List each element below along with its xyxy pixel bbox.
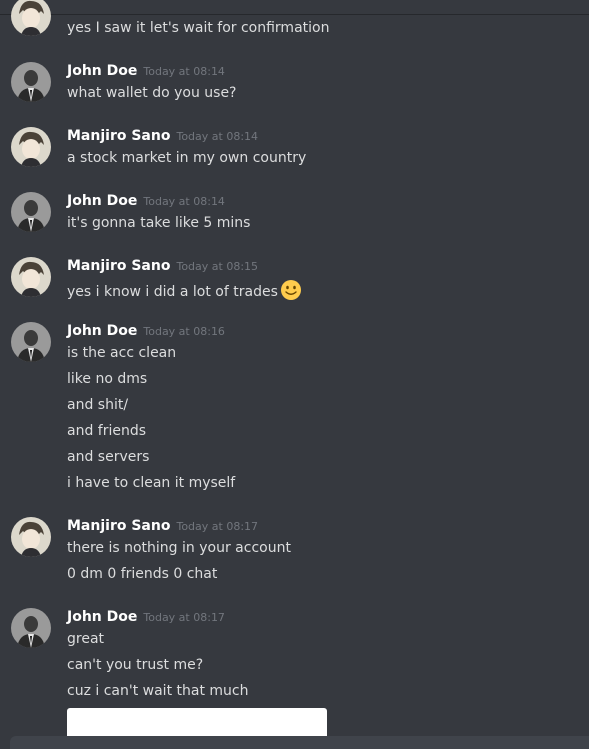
anime-avatar-icon <box>11 0 51 36</box>
username-text: Manjiro Sano <box>67 518 171 534</box>
image-attachment[interactable] <box>67 708 327 738</box>
avatar[interactable] <box>11 322 51 362</box>
avatar[interactable] <box>11 62 51 102</box>
avatar[interactable] <box>11 192 51 232</box>
message-text: can't you trust me? <box>67 657 204 673</box>
username[interactable]: Manjiro Sano Today at 08:17 <box>67 518 258 534</box>
avatar[interactable] <box>11 257 51 297</box>
message-text: great <box>67 631 105 647</box>
message-text: cuz i can't wait that much <box>67 683 249 699</box>
username-text: John Doe <box>67 63 138 79</box>
message-text: it's gonna take like 5 mins <box>67 215 251 231</box>
username[interactable]: John Doe Today at 08:14 <box>67 193 225 209</box>
message-text: what wallet do you use? <box>67 85 237 101</box>
timestamp: Today at 08:15 <box>176 260 259 273</box>
timestamp: Today at 08:14 <box>143 65 225 78</box>
timestamp: Today at 08:17 <box>176 520 259 533</box>
message-text: yes i know i did a lot of trades <box>67 284 278 300</box>
timestamp: Today at 08:14 <box>176 130 259 143</box>
username-text: Manjiro Sano <box>67 128 171 144</box>
username[interactable]: Manjiro Sano Today at 08:14 <box>67 128 258 144</box>
suit-avatar-icon <box>11 608 51 648</box>
username-text: Manjiro Sano <box>67 258 171 274</box>
message-text: is the acc clean <box>67 345 177 361</box>
message-list: yes I saw it let's wait for confirmation… <box>0 0 589 749</box>
message-text: and shit/ <box>67 397 129 413</box>
message-text: and servers <box>67 449 150 465</box>
message-text: a stock market in my own country <box>67 150 307 166</box>
avatar[interactable] <box>11 517 51 557</box>
suit-avatar-icon <box>11 322 51 362</box>
username-text: John Doe <box>67 323 138 339</box>
slightly-smiling-face-icon[interactable] <box>280 279 302 301</box>
message-text: and friends <box>67 423 147 439</box>
username[interactable]: John Doe Today at 08:17 <box>67 609 225 625</box>
message-text: like no dms <box>67 371 148 387</box>
message-text-with-emoji: yes i know i did a lot of trades <box>67 279 302 301</box>
username-text: John Doe <box>67 193 138 209</box>
anime-avatar-icon <box>11 517 51 557</box>
username[interactable]: John Doe Today at 08:14 <box>67 63 225 79</box>
message-input[interactable] <box>10 736 589 749</box>
avatar[interactable] <box>11 0 51 36</box>
username-text: John Doe <box>67 609 138 625</box>
timestamp: Today at 08:14 <box>143 195 225 208</box>
avatar[interactable] <box>11 127 51 167</box>
message-text: 0 dm 0 friends 0 chat <box>67 566 218 582</box>
message-text: yes I saw it let's wait for confirmation <box>67 20 330 36</box>
username[interactable]: Manjiro Sano Today at 08:15 <box>67 258 258 274</box>
message-text: there is nothing in your account <box>67 540 291 556</box>
avatar[interactable] <box>11 608 51 648</box>
message-text: i have to clean it myself <box>67 475 236 491</box>
anime-avatar-icon <box>11 257 51 297</box>
suit-avatar-icon <box>11 192 51 232</box>
timestamp: Today at 08:17 <box>143 611 225 624</box>
timestamp: Today at 08:16 <box>143 325 225 338</box>
username[interactable]: John Doe Today at 08:16 <box>67 323 225 339</box>
anime-avatar-icon <box>11 127 51 167</box>
suit-avatar-icon <box>11 62 51 102</box>
